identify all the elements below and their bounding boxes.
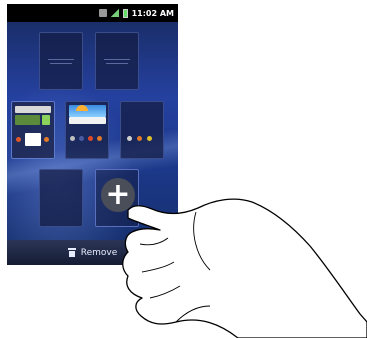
pointing-hand-icon	[122, 198, 367, 338]
